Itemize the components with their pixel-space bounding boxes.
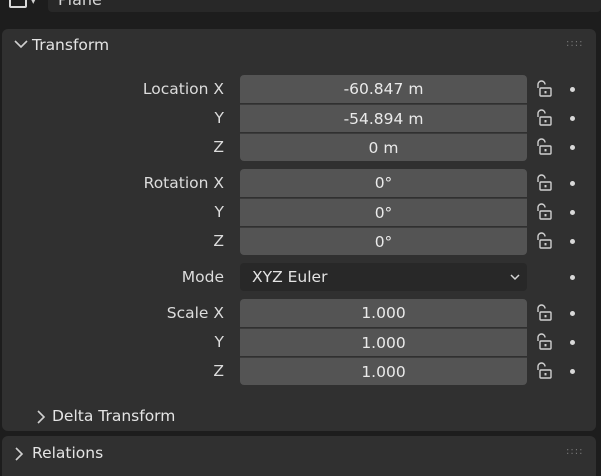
unlocked-padlock-icon[interactable] xyxy=(533,361,553,381)
rotation-x-field[interactable]: 0° xyxy=(240,169,527,197)
scale-x-label: Scale X xyxy=(166,304,224,322)
animate-dot-icon[interactable] xyxy=(570,311,575,316)
object-name: Plane xyxy=(58,0,102,9)
relations-title: Relations xyxy=(32,444,104,462)
chevron-down-icon xyxy=(510,274,520,281)
rotation-x-label: Rotation X xyxy=(143,174,224,192)
object-type-icon[interactable] xyxy=(9,0,27,8)
animate-dot-icon[interactable] xyxy=(570,340,575,345)
transform-panel: Transform :::: Location X -60.847 m Y -5… xyxy=(2,29,596,431)
chevron-down-icon[interactable]: ▾ xyxy=(31,0,36,7)
animate-dot-icon[interactable] xyxy=(570,87,575,92)
animate-dot-icon[interactable] xyxy=(570,181,575,186)
location-y-label: Y xyxy=(214,109,224,127)
location-y-field[interactable]: -54.894 m xyxy=(240,104,527,132)
location-z-label: Z xyxy=(213,138,224,156)
unlocked-padlock-icon[interactable] xyxy=(533,137,553,157)
animate-dot-icon[interactable] xyxy=(570,239,575,244)
scale-y-field[interactable]: 1.000 xyxy=(240,328,527,356)
delta-transform-header[interactable]: Delta Transform xyxy=(2,403,596,431)
object-name-field[interactable] xyxy=(48,0,601,12)
unlocked-padlock-icon[interactable] xyxy=(533,79,553,99)
unlocked-padlock-icon[interactable] xyxy=(533,231,553,251)
unlocked-padlock-icon[interactable] xyxy=(533,303,553,323)
transform-panel-header[interactable]: Transform :::: xyxy=(2,29,596,63)
animate-dot-icon[interactable] xyxy=(570,275,575,280)
rotation-z-label: Z xyxy=(213,232,224,250)
location-x-label: Location X xyxy=(142,80,224,98)
delta-transform-title: Delta Transform xyxy=(52,407,176,425)
unlocked-padlock-icon[interactable] xyxy=(533,108,553,128)
animate-dot-icon[interactable] xyxy=(570,369,575,374)
animate-dot-icon[interactable] xyxy=(570,145,575,150)
rotation-y-field[interactable]: 0° xyxy=(240,198,527,226)
unlocked-padlock-icon[interactable] xyxy=(533,173,553,193)
chevron-down-icon xyxy=(14,40,28,49)
panel-title: Transform xyxy=(32,36,110,54)
location-z-field[interactable]: 0 m xyxy=(240,133,527,161)
chevron-right-icon xyxy=(15,447,24,461)
animate-dot-icon[interactable] xyxy=(570,116,575,121)
scale-y-label: Y xyxy=(214,333,224,351)
relations-panel-header[interactable]: Relations :::: xyxy=(2,436,596,476)
rotation-y-label: Y xyxy=(214,203,224,221)
location-x-field[interactable]: -60.847 m xyxy=(240,75,527,103)
chevron-right-icon xyxy=(37,410,46,424)
animate-dot-icon[interactable] xyxy=(570,210,575,215)
grip-dots-icon[interactable]: :::: xyxy=(566,446,583,457)
object-selector-bar: ▾ Plane xyxy=(0,0,601,14)
unlocked-padlock-icon[interactable] xyxy=(533,202,553,222)
mode-label: Mode xyxy=(181,268,224,286)
scale-z-label: Z xyxy=(213,362,224,380)
rotation-z-field[interactable]: 0° xyxy=(240,227,527,255)
scale-x-field[interactable]: 1.000 xyxy=(240,299,527,327)
rotation-mode-value: XYZ Euler xyxy=(252,268,328,286)
scale-z-field[interactable]: 1.000 xyxy=(240,357,527,385)
rotation-mode-dropdown[interactable]: XYZ Euler xyxy=(240,263,527,291)
grip-dots-icon[interactable]: :::: xyxy=(566,38,583,49)
unlocked-padlock-icon[interactable] xyxy=(533,332,553,352)
